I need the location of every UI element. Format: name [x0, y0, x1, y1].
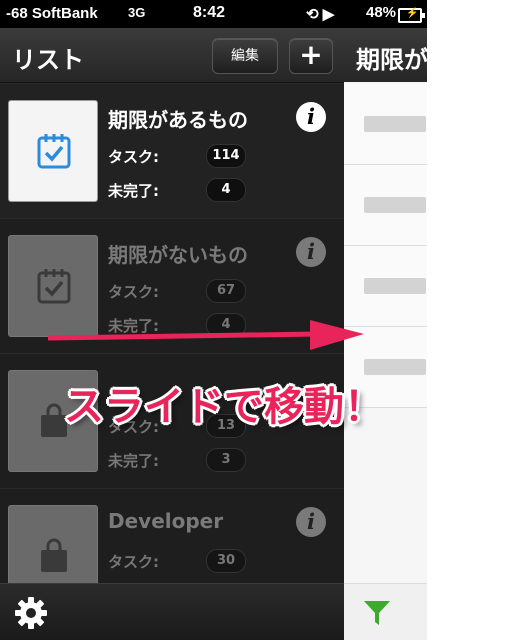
info-icon[interactable]: i — [296, 507, 326, 537]
task-count-badge: 114 — [206, 144, 246, 168]
add-list-button[interactable]: + — [289, 38, 333, 74]
calendar-check-icon — [37, 134, 71, 169]
blurred-text — [364, 359, 426, 375]
list-title: Developer — [108, 509, 224, 533]
funnel-icon[interactable] — [362, 598, 392, 628]
detail-footer — [344, 583, 427, 640]
status-icons: ⟲ ▶ — [306, 6, 335, 23]
task-label: タスク: — [108, 148, 159, 166]
shopping-bag-icon — [41, 538, 67, 572]
app-screen: -68 SoftBank 3G 8:42 ⟲ ▶ 48% ⚡ リスト 編集 + … — [0, 0, 427, 640]
edit-button[interactable]: 編集 — [212, 38, 278, 74]
list-thumbnail — [8, 505, 98, 583]
detail-header: 期限が — [344, 28, 427, 82]
calendar-check-icon — [37, 269, 71, 304]
incomplete-label: 未完了: — [108, 452, 159, 470]
network-label: 3G — [128, 5, 146, 20]
blurred-text — [364, 116, 426, 132]
carrier-label: -68 SoftBank — [6, 5, 98, 22]
incomplete-label: 未完了: — [108, 182, 159, 200]
list-title: 期限がないもの — [108, 243, 248, 267]
task-count-badge: 30 — [206, 549, 246, 573]
task-label: タスク: — [108, 553, 159, 571]
detail-title: 期限が — [356, 46, 427, 74]
slide-arrow-icon — [48, 320, 364, 350]
status-bar: -68 SoftBank 3G 8:42 ⟲ ▶ 48% ⚡ — [0, 0, 427, 28]
page-title: リスト — [12, 46, 84, 74]
list-item[interactable]: Developer タスク: 30 i — [0, 488, 344, 583]
gear-icon[interactable] — [14, 596, 48, 630]
battery-icon: ⚡ — [398, 8, 425, 23]
info-icon[interactable]: i — [296, 237, 326, 267]
list-header: リスト 編集 + — [0, 28, 344, 83]
info-icon[interactable]: i — [296, 102, 326, 132]
incomplete-count-badge: 4 — [206, 178, 246, 202]
list-thumbnail — [8, 100, 98, 202]
list-item[interactable]: 期限があるもの タスク: 114 未完了: 4 i — [0, 83, 344, 219]
blurred-text — [364, 278, 426, 294]
task-count-badge: 67 — [206, 279, 246, 303]
blurred-text — [364, 197, 426, 213]
task-label: タスク: — [108, 283, 159, 301]
list-footer — [0, 583, 344, 640]
task-row[interactable] — [344, 84, 427, 165]
clock: 8:42 — [193, 4, 226, 21]
battery-percent: 48% — [366, 4, 397, 21]
slide-caption: スライドで移動！ — [64, 384, 384, 430]
incomplete-count-badge: 3 — [206, 448, 246, 472]
task-row[interactable] — [344, 246, 427, 327]
task-row[interactable] — [344, 165, 427, 246]
list-title: 期限があるもの — [108, 108, 248, 132]
